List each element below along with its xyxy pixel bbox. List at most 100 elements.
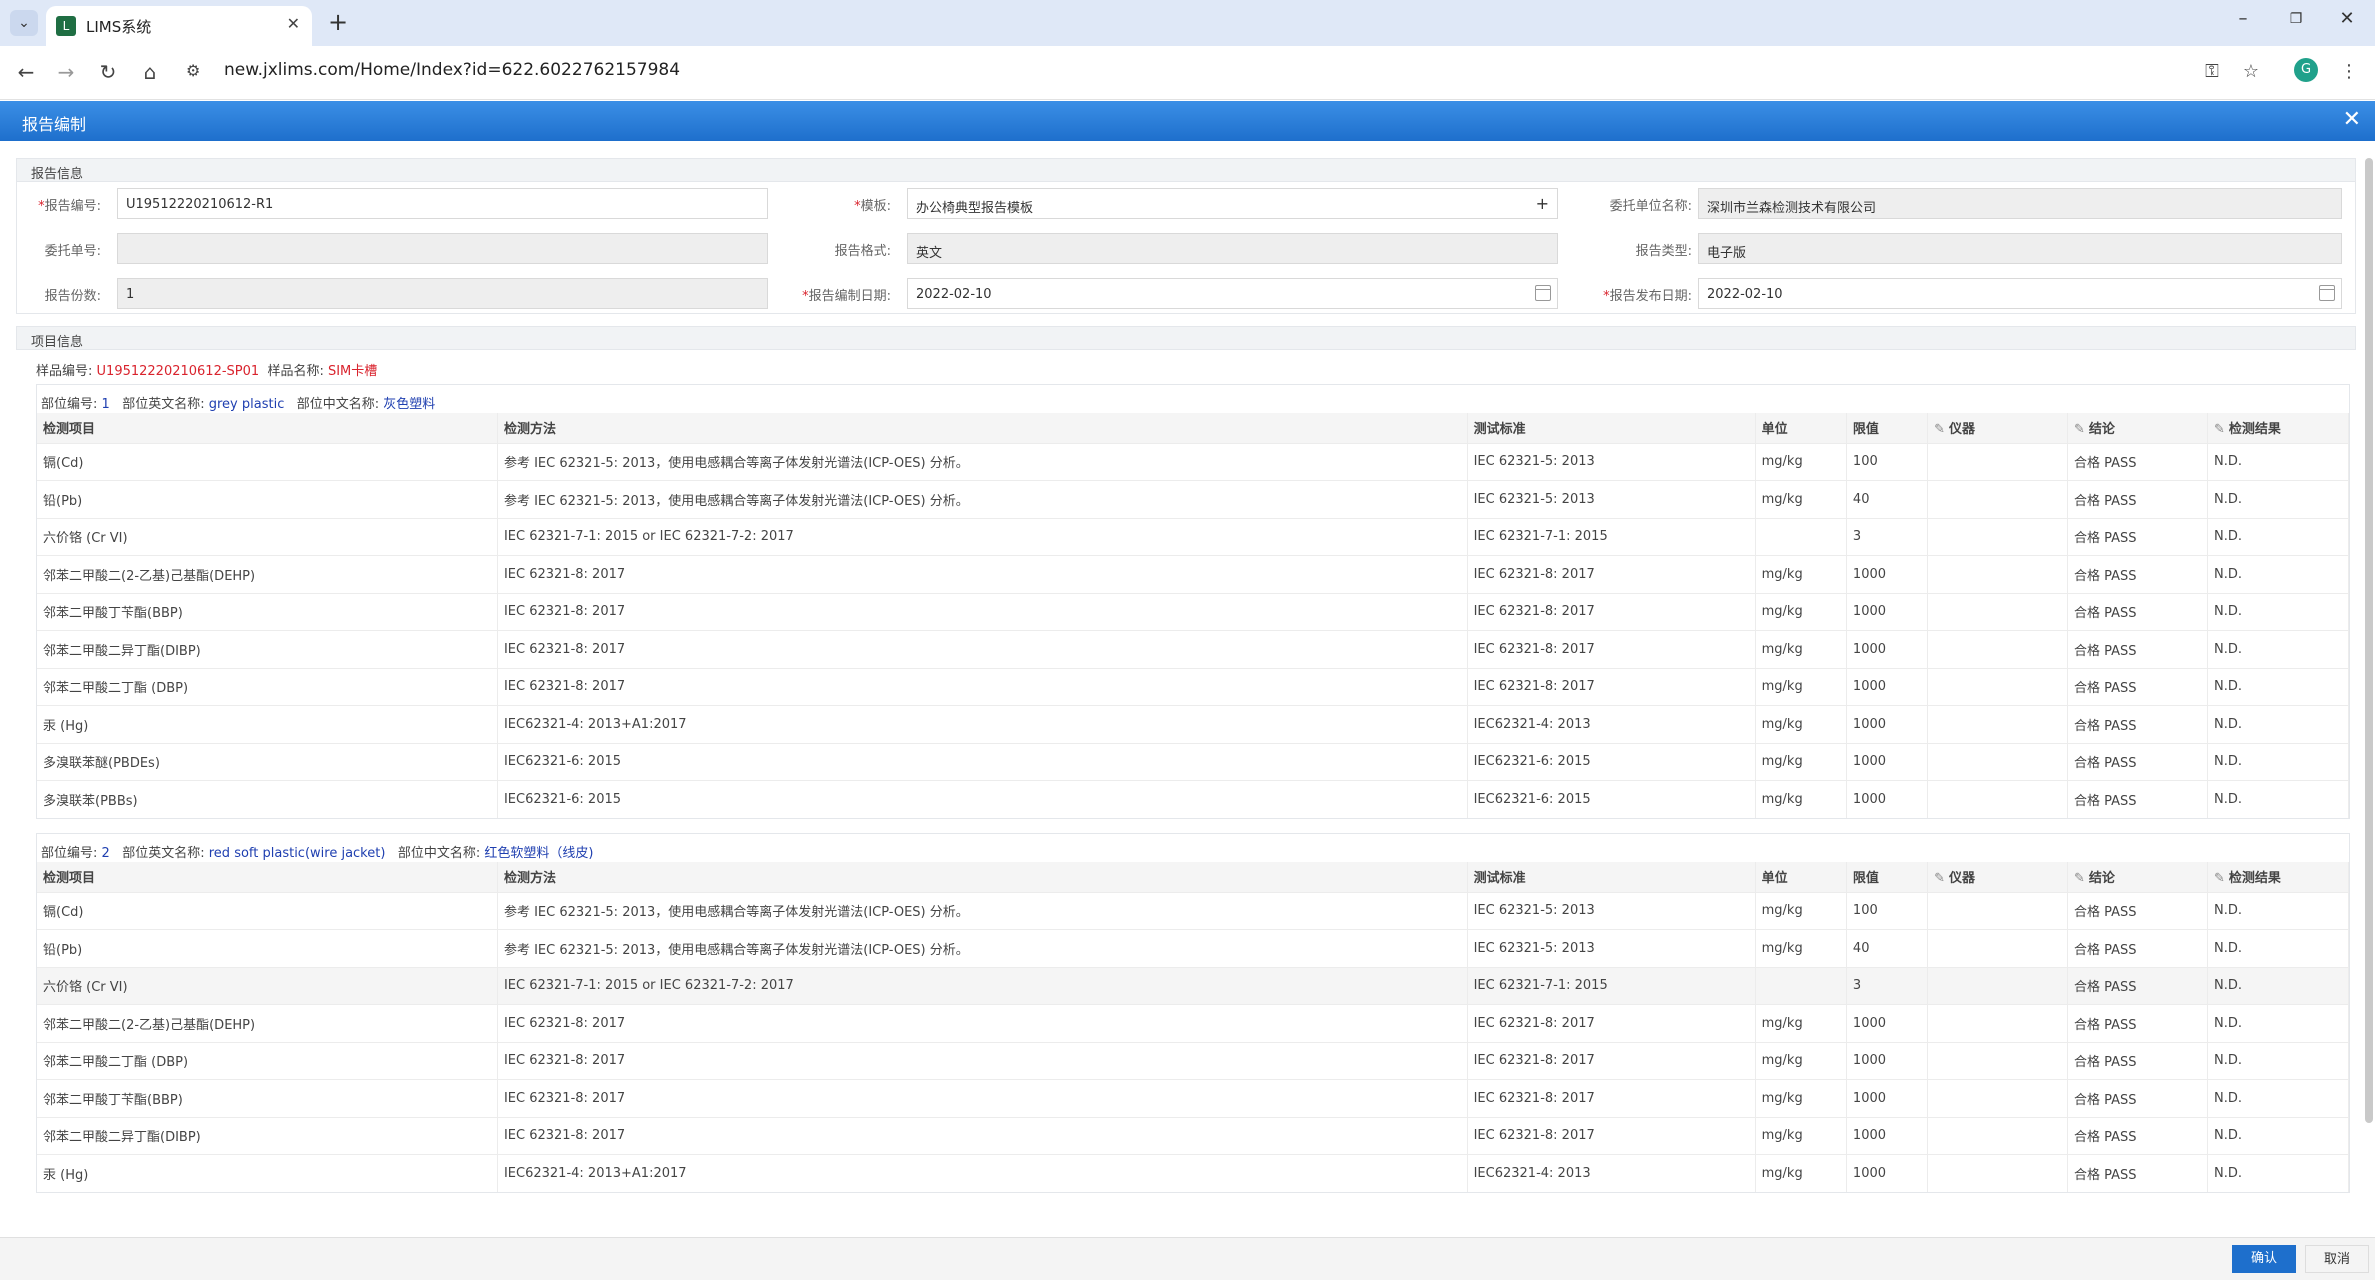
result-cell[interactable]: N.D. xyxy=(2207,630,2350,668)
conclusion-cell[interactable]: 合格 PASS xyxy=(2067,480,2208,518)
profile-avatar[interactable]: G xyxy=(2294,58,2318,82)
table-row[interactable]: 多溴联苯醚(PBDEs) IEC62321-6: 2015 IEC62321-6: … xyxy=(37,742,2350,781)
cancel-button[interactable]: 取消 xyxy=(2305,1245,2369,1273)
result-cell[interactable]: N.D. xyxy=(2207,966,2350,1005)
bookmark-star-icon[interactable]: ☆ xyxy=(2237,58,2265,86)
result-cell[interactable]: N.D. xyxy=(2207,667,2350,706)
new-tab-plus-icon[interactable]: + xyxy=(328,8,348,36)
instrument-cell[interactable] xyxy=(1927,966,2069,1005)
conclusion-cell[interactable]: 合格 PASS xyxy=(2067,705,2208,743)
table-row[interactable]: 汞 (Hg) IEC62321-4: 2013+A1:2017 IEC62321-4… xyxy=(37,1154,2350,1192)
conclusion-cell[interactable]: 合格 PASS xyxy=(2067,1004,2208,1042)
result-cell[interactable]: N.D. xyxy=(2207,742,2350,781)
conclusion-cell[interactable]: 合格 PASS xyxy=(2067,891,2208,930)
vertical-scrollbar[interactable] xyxy=(2365,158,2373,1123)
compile-date-field[interactable]: 2022-02-10 xyxy=(907,278,1558,309)
conclusion-cell[interactable]: 合格 PASS xyxy=(2067,929,2208,967)
instrument-cell[interactable] xyxy=(1927,517,2069,556)
order-no-field[interactable] xyxy=(117,233,768,264)
confirm-button[interactable]: 确认 xyxy=(2232,1245,2296,1273)
result-cell[interactable]: N.D. xyxy=(2207,1079,2350,1117)
publish-date-field[interactable]: 2022-02-10 xyxy=(1698,278,2342,309)
result-cell[interactable]: N.D. xyxy=(2207,1004,2350,1042)
type-field[interactable]: 电子版 xyxy=(1698,233,2342,264)
result-cell[interactable]: N.D. xyxy=(2207,517,2350,556)
instrument-cell[interactable] xyxy=(1927,555,2069,593)
result-cell[interactable]: N.D. xyxy=(2207,705,2350,743)
report-no-field[interactable]: U19512220210612-R1 xyxy=(117,188,768,219)
calendar-icon[interactable] xyxy=(2319,285,2335,301)
instrument-cell[interactable] xyxy=(1927,929,2069,967)
table-row[interactable]: 邻苯二甲酸二丁酯 (DBP) IEC 62321-8: 2017 IEC 62321… xyxy=(37,667,2350,706)
conclusion-cell[interactable]: 合格 PASS xyxy=(2067,966,2208,1005)
table-row[interactable]: 邻苯二甲酸二(2-乙基)己基酯(DEHP) IEC 62321-8: 2017 IE… xyxy=(37,555,2350,593)
table-row[interactable]: 六价铬 (Cr VI) IEC 62321-7-1: 2015 or IEC 62… xyxy=(37,966,2350,1005)
result-cell[interactable]: N.D. xyxy=(2207,1116,2350,1155)
table-row[interactable]: 邻苯二甲酸二丁酯 (DBP) IEC 62321-8: 2017 IEC 62321… xyxy=(37,1041,2350,1080)
table-row[interactable]: 镉(Cd) 参考 IEC 62321-5: 2013，使用电感耦合等离子体发射光谱… xyxy=(37,891,2350,930)
browser-tab[interactable]: L LIMS系统 ✕ xyxy=(46,6,312,46)
result-cell[interactable]: N.D. xyxy=(2207,780,2350,818)
add-template-plus-icon[interactable]: + xyxy=(1536,194,1549,213)
reload-icon[interactable]: ↻ xyxy=(94,58,122,86)
instrument-cell[interactable] xyxy=(1927,442,2069,481)
table-row[interactable]: 邻苯二甲酸二异丁酯(DIBP) IEC 62321-8: 2017 IEC 6232… xyxy=(37,1116,2350,1155)
conclusion-cell[interactable]: 合格 PASS xyxy=(2067,630,2208,668)
conclusion-cell[interactable]: 合格 PASS xyxy=(2067,592,2208,631)
instrument-cell[interactable] xyxy=(1927,780,2069,818)
instrument-cell[interactable] xyxy=(1927,592,2069,631)
conclusion-cell[interactable]: 合格 PASS xyxy=(2067,555,2208,593)
minimize-icon[interactable]: – xyxy=(2228,8,2258,29)
conclusion-cell[interactable]: 合格 PASS xyxy=(2067,442,2208,481)
instrument-cell[interactable] xyxy=(1927,1154,2069,1192)
instrument-cell[interactable] xyxy=(1927,891,2069,930)
conclusion-cell[interactable]: 合格 PASS xyxy=(2067,1116,2208,1155)
instrument-cell[interactable] xyxy=(1927,1004,2069,1042)
tab-list-chevron-icon[interactable]: ⌄ xyxy=(10,10,38,36)
copies-field[interactable]: 1 xyxy=(117,278,768,309)
restore-icon[interactable]: ❐ xyxy=(2281,11,2311,27)
conclusion-cell[interactable]: 合格 PASS xyxy=(2067,517,2208,556)
instrument-cell[interactable] xyxy=(1927,705,2069,743)
result-cell[interactable]: N.D. xyxy=(2207,929,2350,967)
site-info-icon[interactable]: ⚙ xyxy=(186,61,200,80)
result-cell[interactable]: N.D. xyxy=(2207,555,2350,593)
conclusion-cell[interactable]: 合格 PASS xyxy=(2067,1041,2208,1080)
conclusion-cell[interactable]: 合格 PASS xyxy=(2067,742,2208,781)
calendar-icon[interactable] xyxy=(1535,285,1551,301)
table-row[interactable]: 邻苯二甲酸丁苄酯(BBP) IEC 62321-8: 2017 IEC 62321-… xyxy=(37,1079,2350,1117)
back-arrow-icon[interactable]: ← xyxy=(12,58,40,86)
window-close-icon[interactable]: ✕ xyxy=(2332,8,2362,29)
table-row[interactable]: 邻苯二甲酸二异丁酯(DIBP) IEC 62321-8: 2017 IEC 6232… xyxy=(37,630,2350,668)
dialog-close-icon[interactable]: ✕ xyxy=(2343,107,2361,132)
table-row[interactable]: 镉(Cd) 参考 IEC 62321-5: 2013，使用电感耦合等离子体发射光谱… xyxy=(37,442,2350,481)
instrument-cell[interactable] xyxy=(1927,1116,2069,1155)
table-row[interactable]: 邻苯二甲酸丁苄酯(BBP) IEC 62321-8: 2017 IEC 62321-… xyxy=(37,592,2350,631)
result-cell[interactable]: N.D. xyxy=(2207,592,2350,631)
format-field[interactable]: 英文 xyxy=(907,233,1558,264)
template-field[interactable]: 办公椅典型报告模板 + xyxy=(907,188,1558,219)
instrument-cell[interactable] xyxy=(1927,1079,2069,1117)
forward-arrow-icon[interactable]: → xyxy=(52,58,80,86)
instrument-cell[interactable] xyxy=(1927,667,2069,706)
menu-kebab-icon[interactable]: ⋮ xyxy=(2335,58,2363,86)
password-key-icon[interactable]: ⚿ xyxy=(2198,58,2226,86)
table-row[interactable]: 六价铬 (Cr VI) IEC 62321-7-1: 2015 or IEC 62… xyxy=(37,517,2350,556)
result-cell[interactable]: N.D. xyxy=(2207,1041,2350,1080)
table-row[interactable]: 汞 (Hg) IEC62321-4: 2013+A1:2017 IEC62321-4… xyxy=(37,705,2350,743)
result-cell[interactable]: N.D. xyxy=(2207,442,2350,481)
conclusion-cell[interactable]: 合格 PASS xyxy=(2067,780,2208,818)
conclusion-cell[interactable]: 合格 PASS xyxy=(2067,1079,2208,1117)
conclusion-cell[interactable]: 合格 PASS xyxy=(2067,1154,2208,1192)
home-icon[interactable]: ⌂ xyxy=(136,58,164,86)
result-cell[interactable]: N.D. xyxy=(2207,480,2350,518)
instrument-cell[interactable] xyxy=(1927,1041,2069,1080)
instrument-cell[interactable] xyxy=(1927,742,2069,781)
table-row[interactable]: 铅(Pb) 参考 IEC 62321-5: 2013，使用电感耦合等离子体发射光谱… xyxy=(37,480,2350,518)
instrument-cell[interactable] xyxy=(1927,630,2069,668)
result-cell[interactable]: N.D. xyxy=(2207,1154,2350,1192)
result-cell[interactable]: N.D. xyxy=(2207,891,2350,930)
table-row[interactable]: 邻苯二甲酸二(2-乙基)己基酯(DEHP) IEC 62321-8: 2017 IE… xyxy=(37,1004,2350,1042)
table-row[interactable]: 铅(Pb) 参考 IEC 62321-5: 2013，使用电感耦合等离子体发射光谱… xyxy=(37,929,2350,967)
tab-close-icon[interactable]: ✕ xyxy=(287,14,300,33)
